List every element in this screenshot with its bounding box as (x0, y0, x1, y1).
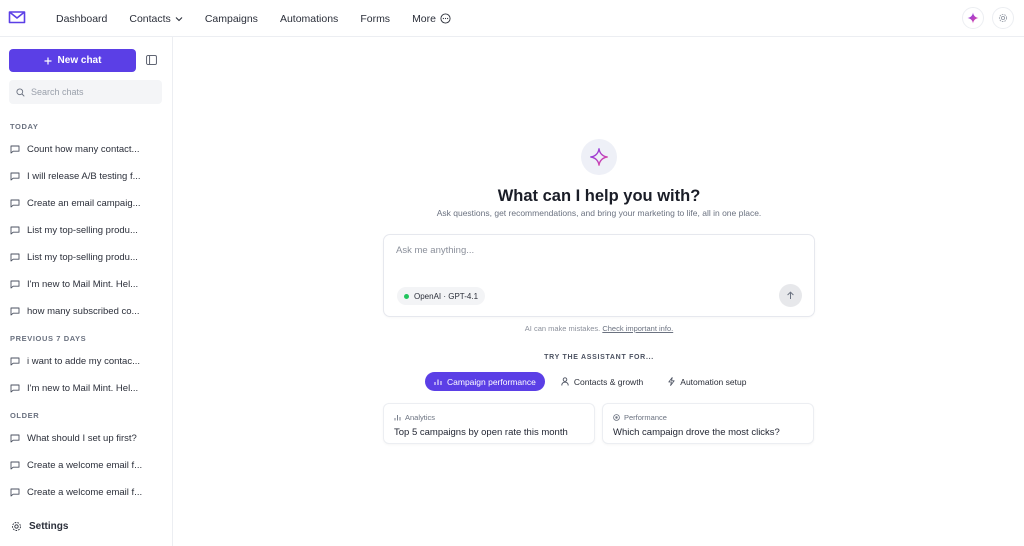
gear-icon (998, 13, 1008, 23)
suggestion-category: Performance (624, 413, 667, 422)
chat-history-item[interactable]: how many subscribed co... (10, 302, 165, 320)
nav-automations[interactable]: Automations (280, 13, 338, 25)
message-input[interactable] (396, 245, 796, 265)
tab-contacts-growth[interactable]: Contacts & growth (551, 372, 653, 391)
target-icon (613, 414, 620, 421)
gear-icon (12, 522, 21, 531)
sparkle-icon (967, 12, 979, 24)
page-subtitle: Ask questions, get recommendations, and … (436, 208, 762, 218)
suggestion-card-most-clicks[interactable]: Performance Which campaign drove the mos… (602, 403, 814, 444)
section-title-today: TODAY (10, 122, 39, 131)
ai-assistant-button[interactable] (962, 7, 984, 29)
nav-forms[interactable]: Forms (360, 13, 390, 25)
search-icon (16, 87, 25, 97)
chat-bubble-icon (10, 384, 20, 392)
chevron-down-icon (175, 16, 183, 21)
ai-disclaimer: AI can make mistakes. Check important in… (524, 324, 674, 333)
section-title-older: OLDER (10, 411, 40, 420)
model-status-dot (404, 293, 409, 299)
sparkle-icon (590, 148, 608, 166)
chat-history-item[interactable]: Create a welcome email f... (10, 456, 165, 474)
chat-history-item[interactable]: I'm new to Mail Mint. Hel... (10, 379, 165, 397)
arrow-up-icon (787, 291, 794, 299)
chat-history-item[interactable]: Count how many contact... (10, 140, 165, 158)
tab-campaign-performance[interactable]: Campaign performance (425, 372, 545, 391)
bar-chart-icon (434, 379, 442, 385)
nav-dashboard[interactable]: Dashboard (56, 13, 107, 25)
chat-bubble-icon (10, 226, 20, 234)
mail-logo-icon[interactable] (8, 9, 26, 25)
new-chat-button[interactable]: New chat (9, 49, 136, 72)
chat-bubble-icon (10, 461, 20, 469)
message-composer: OpenAI · GPT-4.1 (383, 234, 815, 317)
suggestion-tabs: Campaign performance Contacts & growth A… (425, 372, 756, 391)
model-selector[interactable]: OpenAI · GPT-4.1 (397, 287, 486, 305)
chat-history-item[interactable]: I will release A/B testing f... (10, 167, 165, 185)
chat-bubble-icon (10, 488, 20, 496)
top-nav-bar: Dashboard Contacts Campaigns Automations… (0, 0, 1024, 37)
main-nav: Dashboard Contacts Campaigns Automations… (56, 0, 473, 37)
lightning-icon (668, 377, 675, 386)
chat-history-item[interactable]: List my top-selling produ... (10, 221, 165, 239)
plus-icon (44, 57, 52, 64)
chat-bubble-icon (10, 434, 20, 442)
sidebar-collapse-icon[interactable] (146, 55, 157, 65)
bar-chart-icon (394, 415, 401, 421)
chat-bubble-icon (10, 280, 20, 288)
chat-bubble-icon (10, 199, 20, 207)
nav-contacts[interactable]: Contacts (129, 13, 183, 25)
chat-history-item[interactable]: i want to adde my contac... (10, 352, 165, 370)
suggestion-question: Which campaign drove the most clicks? (613, 427, 780, 438)
chat-history-item[interactable]: What should I set up first? (10, 429, 165, 447)
chat-bubble-icon (10, 253, 20, 261)
important-info-link[interactable]: Check important info. (602, 324, 673, 333)
assistant-avatar (581, 139, 617, 175)
settings-link[interactable]: Settings (11, 521, 68, 532)
page-title: What can I help you with? (497, 187, 701, 205)
suggestion-category: Analytics (405, 413, 436, 422)
chat-bubble-icon (10, 307, 20, 315)
chat-history-item[interactable]: Create a welcome email f... (10, 483, 165, 501)
nav-more[interactable]: More (412, 13, 451, 25)
suggestion-question: Top 5 campaigns by open rate this month (394, 427, 568, 438)
chat-history-item[interactable]: I'm new to Mail Mint. Hel... (10, 275, 165, 293)
tab-automation-setup[interactable]: Automation setup (659, 372, 756, 391)
chat-bubble-icon (10, 172, 20, 180)
chat-bubble-icon (10, 357, 20, 365)
suggestion-card-top-campaigns[interactable]: Analytics Top 5 campaigns by open rate t… (383, 403, 595, 444)
chat-sidebar: New chat TODAY Count how many contact...… (0, 37, 173, 546)
search-chats-field[interactable] (9, 80, 162, 104)
user-icon (561, 377, 569, 386)
chat-history-item[interactable]: List my top-selling produ... (10, 248, 165, 266)
try-assistant-label: TRY THE ASSISTANT FOR... (544, 354, 654, 361)
section-title-previous-7-days: PREVIOUS 7 DAYS (10, 334, 87, 343)
chat-history-item[interactable]: Create an email campaig... (10, 194, 165, 212)
settings-button[interactable] (992, 7, 1014, 29)
more-circle-icon (440, 13, 451, 24)
chat-bubble-icon (10, 145, 20, 153)
send-button[interactable] (779, 284, 802, 307)
search-chats-input[interactable] (31, 87, 151, 97)
nav-campaigns[interactable]: Campaigns (205, 13, 258, 25)
